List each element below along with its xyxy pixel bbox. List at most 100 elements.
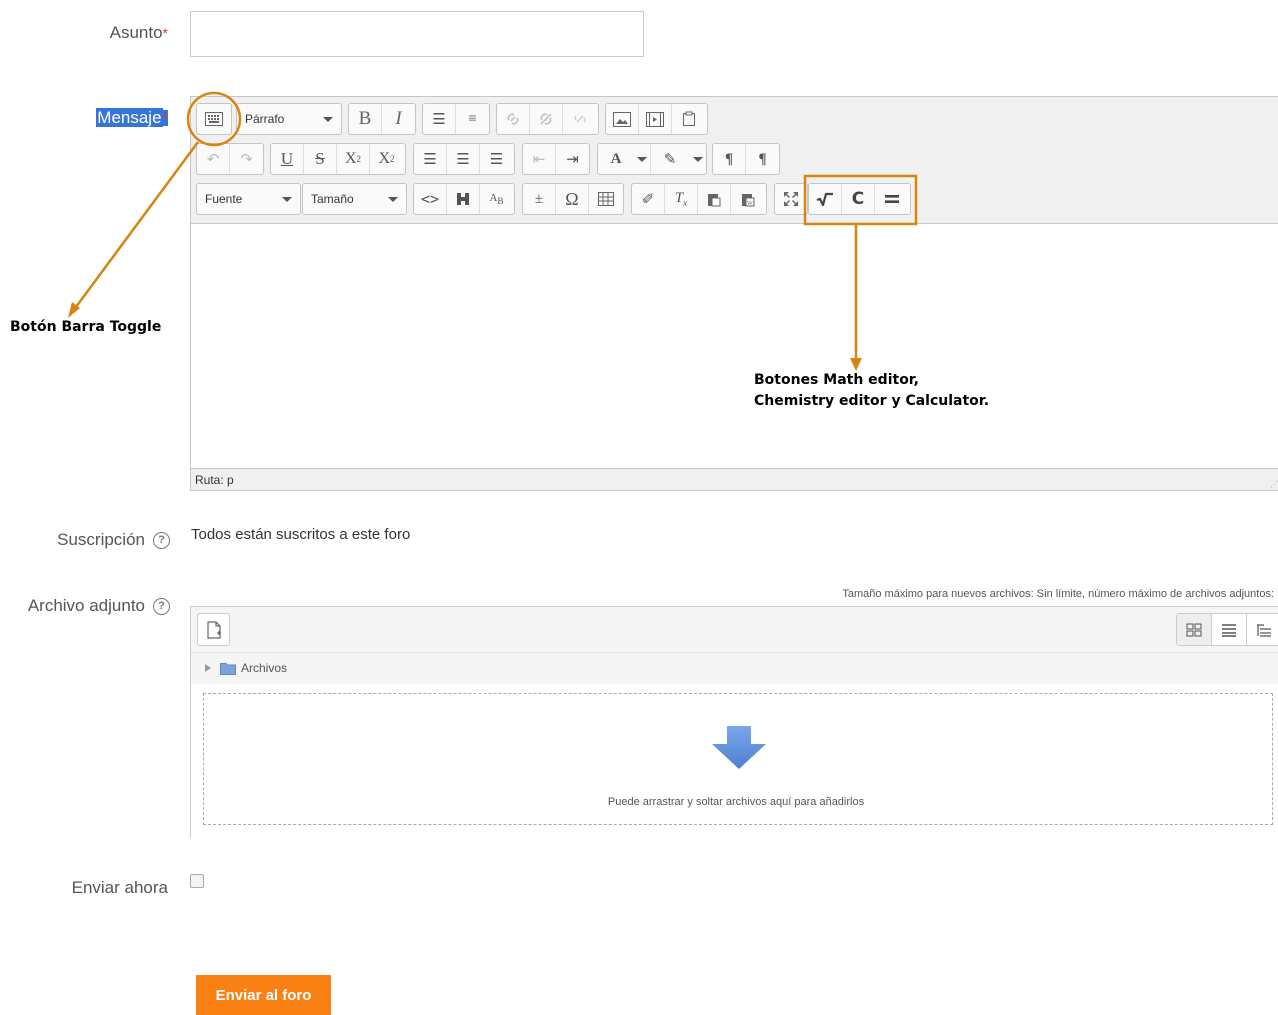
calculator-button[interactable] bbox=[875, 184, 908, 214]
list-view-button[interactable] bbox=[1212, 614, 1247, 645]
toolbar-group-indent: ⇤ ⇥ bbox=[522, 143, 590, 175]
strikethrough-button[interactable]: S bbox=[304, 144, 337, 174]
toolbar-group-history: ↶ ↷ bbox=[196, 143, 264, 175]
text-color-dropdown[interactable] bbox=[634, 144, 651, 174]
download-arrow-icon bbox=[712, 726, 766, 769]
replace-icon: AB bbox=[489, 191, 504, 207]
paste-word-icon: W bbox=[741, 194, 754, 207]
unlink-button[interactable] bbox=[530, 104, 563, 134]
undo-icon: ↶ bbox=[206, 151, 220, 168]
chemistry-icon: C bbox=[851, 189, 865, 209]
tree-view-button[interactable] bbox=[1247, 614, 1278, 645]
required-mark: * bbox=[162, 110, 168, 126]
add-file-icon bbox=[206, 620, 221, 639]
numbered-list-button[interactable]: ≡ bbox=[456, 104, 489, 134]
chemistry-editor-button[interactable]: C bbox=[842, 184, 875, 214]
font-size-select[interactable]: Tamaño bbox=[302, 183, 407, 215]
list-icon bbox=[1222, 623, 1236, 637]
link-button[interactable] bbox=[497, 104, 530, 134]
toolbar-toggle-button[interactable] bbox=[197, 104, 230, 134]
toolbar-group-fullscreen bbox=[774, 183, 808, 215]
add-file-button[interactable] bbox=[197, 613, 230, 646]
italic-button[interactable]: I bbox=[382, 104, 415, 134]
bold-button[interactable]: B bbox=[349, 104, 382, 134]
indent-button[interactable]: ⇥ bbox=[556, 144, 589, 174]
grid-icon bbox=[1186, 623, 1202, 636]
find-button[interactable] bbox=[447, 184, 480, 214]
equals-icon bbox=[884, 195, 899, 203]
paste-button[interactable] bbox=[672, 104, 705, 134]
drop-zone-text: Puede arrastrar y soltar archivos aquí p… bbox=[607, 796, 865, 808]
anchor-button[interactable] bbox=[563, 104, 596, 134]
replace-button[interactable]: AB bbox=[480, 184, 513, 214]
special-char-button[interactable]: Ω bbox=[556, 184, 589, 214]
paragraph-format-select[interactable]: Párrafo bbox=[236, 103, 342, 135]
image-button[interactable] bbox=[606, 104, 639, 134]
file-drop-zone[interactable]: Puede arrastrar y soltar archivos aquí p… bbox=[191, 684, 1278, 838]
background-color-dropdown[interactable] bbox=[689, 144, 706, 174]
subject-input[interactable] bbox=[190, 11, 644, 57]
omega-icon: Ω bbox=[565, 188, 579, 209]
toolbar-group-insert: ± Ω bbox=[522, 183, 624, 215]
font-family-select[interactable]: Fuente bbox=[196, 183, 301, 215]
toolbar-group-links bbox=[496, 103, 599, 135]
fullscreen-button[interactable] bbox=[775, 184, 807, 214]
folder-label[interactable]: Archivos bbox=[241, 661, 287, 675]
highlight-icon: ✎ bbox=[663, 151, 677, 168]
outdent-icon: ⇤ bbox=[532, 151, 546, 168]
font-size-value: Tamaño bbox=[311, 192, 354, 206]
paste-word-button[interactable]: W bbox=[731, 184, 764, 214]
chevron-down-icon bbox=[282, 196, 292, 202]
icons-view-button[interactable] bbox=[1177, 614, 1212, 645]
subscription-label: Suscripción? bbox=[20, 530, 170, 550]
toolbar-group-clean: ✐ Tx W bbox=[631, 183, 767, 215]
rich-text-editor: Párrafo B I ☰ ≡ ↶ ↷ U S X2 X2 ☰ ☰ ☰ ⇤ ⇥ … bbox=[190, 96, 1278, 491]
bullet-list-button[interactable]: ☰ bbox=[423, 104, 456, 134]
chevron-down-icon bbox=[323, 116, 333, 122]
help-icon[interactable]: ? bbox=[153, 598, 170, 616]
rtl-button[interactable]: ¶ bbox=[746, 144, 779, 174]
paste-text-button[interactable] bbox=[698, 184, 731, 214]
submit-button[interactable]: Enviar al foro bbox=[196, 975, 331, 1015]
redo-button[interactable]: ↷ bbox=[230, 144, 263, 174]
folder-icon bbox=[220, 663, 236, 675]
redo-icon: ↷ bbox=[240, 151, 253, 168]
toolbar-group-direction: ¶ ¶ bbox=[712, 143, 780, 175]
background-color-button[interactable]: ✎ bbox=[651, 144, 689, 174]
clean-button[interactable]: ✐ bbox=[632, 184, 665, 214]
subject-label: Asunto* bbox=[60, 23, 168, 43]
text-color-button[interactable]: A bbox=[598, 144, 634, 174]
toolbar-group-align: ☰ ☰ ☰ bbox=[413, 143, 515, 175]
toolbar-group-text-style: B I bbox=[348, 103, 416, 135]
file-picker: Archivos Puede arrastrar y soltar archiv… bbox=[190, 606, 1278, 838]
undo-button[interactable]: ↶ bbox=[197, 144, 230, 174]
editor-content-area[interactable] bbox=[191, 223, 1278, 469]
table-button[interactable] bbox=[589, 184, 622, 214]
fullscreen-icon bbox=[784, 192, 798, 206]
unlink-icon bbox=[540, 113, 552, 125]
send-now-checkbox[interactable] bbox=[190, 874, 204, 888]
ltr-button[interactable]: ¶ bbox=[713, 144, 746, 174]
align-center-button[interactable]: ☰ bbox=[447, 144, 480, 174]
align-right-button[interactable]: ☰ bbox=[480, 144, 513, 174]
math-editor-button[interactable] bbox=[809, 184, 842, 214]
expand-arrow-icon[interactable] bbox=[205, 664, 211, 672]
insert-line-button[interactable]: ± bbox=[523, 184, 556, 214]
message-label-text: Mensaje bbox=[96, 108, 163, 127]
code-button[interactable]: <> bbox=[414, 184, 447, 214]
chevron-down-icon bbox=[637, 156, 647, 162]
help-icon[interactable]: ? bbox=[153, 532, 170, 550]
subscript-button[interactable]: X2 bbox=[337, 144, 370, 174]
align-center-icon: ☰ bbox=[456, 151, 470, 168]
message-label: Mensaje* bbox=[60, 108, 168, 128]
resize-handle[interactable]: ⋰ bbox=[1270, 481, 1278, 489]
media-button[interactable] bbox=[639, 104, 672, 134]
outdent-button[interactable]: ⇤ bbox=[523, 144, 556, 174]
attachment-label-text: Archivo adjunto bbox=[27, 596, 145, 615]
align-left-button[interactable]: ☰ bbox=[414, 144, 447, 174]
underline-button[interactable]: U bbox=[271, 144, 304, 174]
toggle-annotation: Botón Barra Toggle bbox=[10, 319, 162, 335]
text-color-icon: A bbox=[610, 150, 622, 167]
superscript-button[interactable]: X2 bbox=[370, 144, 403, 174]
clear-format-button[interactable]: Tx bbox=[665, 184, 698, 214]
